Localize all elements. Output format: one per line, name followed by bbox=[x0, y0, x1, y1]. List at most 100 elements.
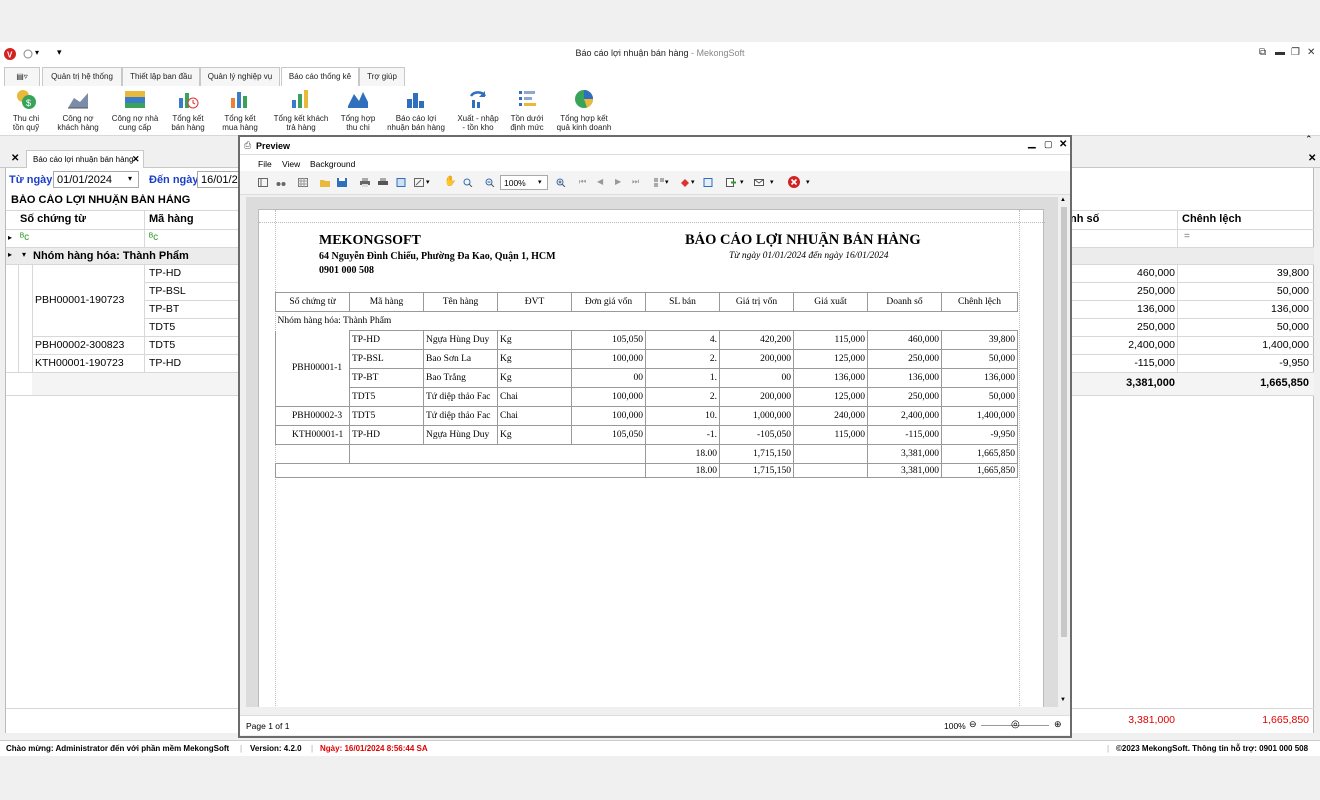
report-cell: 50,000 bbox=[941, 387, 1018, 407]
export-icon[interactable] bbox=[726, 178, 736, 187]
to-date-picker[interactable]: 16/01/20 bbox=[197, 171, 244, 188]
chevron-down-icon[interactable]: ▾ bbox=[806, 178, 810, 186]
restore-layout-icon[interactable]: ⧉ bbox=[1259, 47, 1266, 58]
chevron-down-icon[interactable]: ▾ bbox=[770, 178, 774, 186]
first-page-icon[interactable]: ⏮ bbox=[579, 177, 586, 187]
table-row-item[interactable]: TP-HD bbox=[149, 357, 181, 369]
zoom-out-icon[interactable] bbox=[485, 178, 495, 187]
previous-page-icon[interactable]: ◀ bbox=[597, 177, 603, 186]
chevron-down-icon[interactable]: ▾ bbox=[665, 178, 669, 186]
close-preview-icon[interactable] bbox=[788, 176, 800, 188]
next-page-icon[interactable]: ▶ bbox=[615, 177, 621, 186]
report-page: MEKONGSOFT 64 Nguyễn Đình Chiểu, Phường … bbox=[258, 209, 1045, 707]
chevron-down-icon[interactable]: ▾ bbox=[740, 178, 744, 186]
report-cell: 1,000,000 bbox=[719, 406, 794, 426]
sales-summary-button[interactable]: Tổng kết bán hàng bbox=[166, 88, 210, 132]
preview-canvas[interactable]: MEKONGSOFT 64 Nguyễn Đình Chiểu, Phường … bbox=[246, 197, 1058, 707]
menu-background[interactable]: Background bbox=[310, 159, 355, 169]
minimize-icon[interactable]: ▬ bbox=[1275, 47, 1285, 58]
ribbon-label: Tổng kết bán hàng bbox=[171, 114, 205, 132]
chevron-down-icon[interactable]: ▾ bbox=[426, 178, 430, 186]
doc-tab-profit-report[interactable]: Báo cáo lợi nhuận bán hàng ✕ bbox=[26, 150, 144, 168]
purchase-summary-button[interactable]: Tổng kết mua hàng bbox=[216, 88, 264, 132]
multiple-pages-icon[interactable] bbox=[654, 178, 664, 187]
from-date-picker[interactable]: 01/01/2024 ▾ bbox=[53, 171, 139, 188]
table-row-voucher[interactable]: PBH00002-300823 bbox=[35, 339, 124, 351]
open-folder-icon[interactable] bbox=[320, 178, 330, 187]
close-window-icon[interactable]: ✕ bbox=[1308, 153, 1316, 164]
customer-debt-button[interactable]: Công nợ khách hàng bbox=[52, 88, 104, 132]
quick-print-icon[interactable] bbox=[378, 178, 388, 187]
group-row[interactable]: ▸ ▾ Nhóm hàng hóa: Thành Phẩm bbox=[6, 248, 242, 264]
collapse-group-icon[interactable]: ▾ bbox=[22, 250, 26, 259]
col-header-item[interactable]: Mã hàng bbox=[149, 213, 194, 225]
maximize-icon[interactable]: ▢ bbox=[1044, 139, 1053, 150]
chevron-down-icon[interactable]: ▾ bbox=[128, 174, 132, 183]
maximize-icon[interactable]: ❐ bbox=[1291, 47, 1300, 58]
color-fill-icon[interactable] bbox=[680, 178, 690, 187]
filter-equals-icon[interactable]: = bbox=[1184, 231, 1190, 242]
zoom-in-button[interactable]: ⊕ bbox=[1054, 719, 1062, 730]
tab-initial-setup[interactable]: Thiết lập ban đầu bbox=[122, 67, 200, 86]
zoom-in-icon[interactable] bbox=[556, 178, 566, 187]
minimize-icon[interactable]: ▁ bbox=[1028, 138, 1036, 149]
col-header-revenue[interactable]: nh số bbox=[1070, 213, 1099, 225]
profit-chart-icon bbox=[407, 93, 424, 108]
tab-system-admin[interactable]: Quản trị hệ thống bbox=[42, 67, 122, 86]
customer-return-button[interactable]: Tổng kết khách trả hàng bbox=[268, 88, 334, 132]
scroll-up-icon[interactable]: ▲ bbox=[1060, 197, 1066, 203]
close-all-icon[interactable]: ✕ bbox=[11, 153, 19, 164]
hand-tool-icon[interactable]: ✋ bbox=[444, 176, 456, 187]
zoom-slider-thumb[interactable]: ◎ bbox=[1011, 719, 1020, 730]
page-setup-icon[interactable] bbox=[396, 178, 406, 187]
business-result-button[interactable]: Tổng hợp kết quả kinh doanh bbox=[552, 88, 616, 132]
table-row-voucher[interactable]: KTH00001-190723 bbox=[35, 357, 124, 369]
close-tab-icon[interactable]: ✕ bbox=[132, 154, 140, 165]
supplier-debt-button[interactable]: Công nợ nhà cung cấp bbox=[107, 88, 163, 132]
close-icon[interactable]: ✕ bbox=[1307, 47, 1315, 58]
menu-file[interactable]: File bbox=[258, 159, 272, 169]
below-minimum-button[interactable]: Tồn dưới định mức bbox=[506, 88, 548, 132]
magnifier-icon[interactable] bbox=[463, 178, 473, 187]
thumbnails-icon[interactable] bbox=[298, 178, 308, 187]
table-row-voucher[interactable]: PBH00001-190723 bbox=[35, 294, 124, 306]
print-icon[interactable] bbox=[360, 178, 370, 187]
document-map-icon[interactable] bbox=[258, 178, 268, 187]
vertical-scrollbar[interactable]: ▲ ▼ bbox=[1060, 197, 1068, 707]
zoom-select[interactable]: 100% ▾ bbox=[500, 175, 548, 190]
watermark-icon[interactable] bbox=[703, 178, 713, 187]
table-row-item[interactable]: TP-BSL bbox=[149, 285, 186, 297]
scroll-down-icon[interactable]: ▼ bbox=[1060, 697, 1066, 703]
tab-help[interactable]: Trợ giúp bbox=[359, 67, 405, 86]
report-cell: 18.00 bbox=[645, 463, 720, 478]
tab-reports[interactable]: Báo cáo thống kê bbox=[281, 67, 359, 87]
menu-view[interactable]: View bbox=[282, 159, 300, 169]
cash-report-button[interactable]: $ Thu chi tồn quỹ bbox=[4, 88, 48, 132]
binoculars-icon[interactable] bbox=[276, 178, 286, 187]
tab-operations[interactable]: Quản lý nghiệp vụ bbox=[200, 67, 280, 86]
filter-icon[interactable]: ᴮᴄ bbox=[20, 232, 29, 243]
preview-toolbar: ▾ ✋ 100% ▾ ⏮ ◀ ▶ ⏭ ▾ ▾ ▾ ▾ ▾ bbox=[240, 171, 1070, 195]
last-page-icon[interactable]: ⏭ bbox=[632, 177, 639, 187]
cashflow-summary-button[interactable]: Tổng hợp thu chi bbox=[337, 88, 379, 132]
scale-icon[interactable] bbox=[414, 178, 424, 187]
zoom-out-button[interactable]: ⊖ bbox=[969, 719, 977, 730]
col-header-diff[interactable]: Chênh lệch bbox=[1182, 213, 1241, 225]
col-header-voucher[interactable]: Số chứng từ bbox=[20, 213, 86, 225]
chevron-down-icon[interactable]: ▾ bbox=[691, 178, 695, 186]
scroll-thumb[interactable] bbox=[1061, 207, 1067, 637]
table-row-item[interactable]: TDT5 bbox=[149, 339, 175, 351]
filter-icon[interactable]: ᴮᴄ bbox=[149, 232, 158, 243]
table-row-item[interactable]: TP-HD bbox=[149, 267, 181, 279]
table-row-item[interactable]: TDT5 bbox=[149, 321, 175, 333]
chevron-down-icon[interactable]: ▾ bbox=[538, 178, 542, 186]
report-cell: Tứ diệp thảo Fac bbox=[423, 387, 498, 407]
save-icon[interactable] bbox=[337, 178, 347, 187]
table-row-item[interactable]: TP-BT bbox=[149, 303, 179, 315]
close-icon[interactable]: ✕ bbox=[1059, 139, 1067, 150]
collapse-ribbon-icon[interactable]: ⌃ bbox=[1305, 134, 1313, 145]
profit-report-button[interactable]: Báo cáo lợi nhuận bán hàng bbox=[382, 88, 450, 132]
send-email-icon[interactable] bbox=[754, 178, 764, 187]
app-menu-button[interactable]: ▤▿ bbox=[4, 67, 40, 86]
inventory-button[interactable]: Xuất - nhập - tồn kho bbox=[453, 88, 503, 132]
